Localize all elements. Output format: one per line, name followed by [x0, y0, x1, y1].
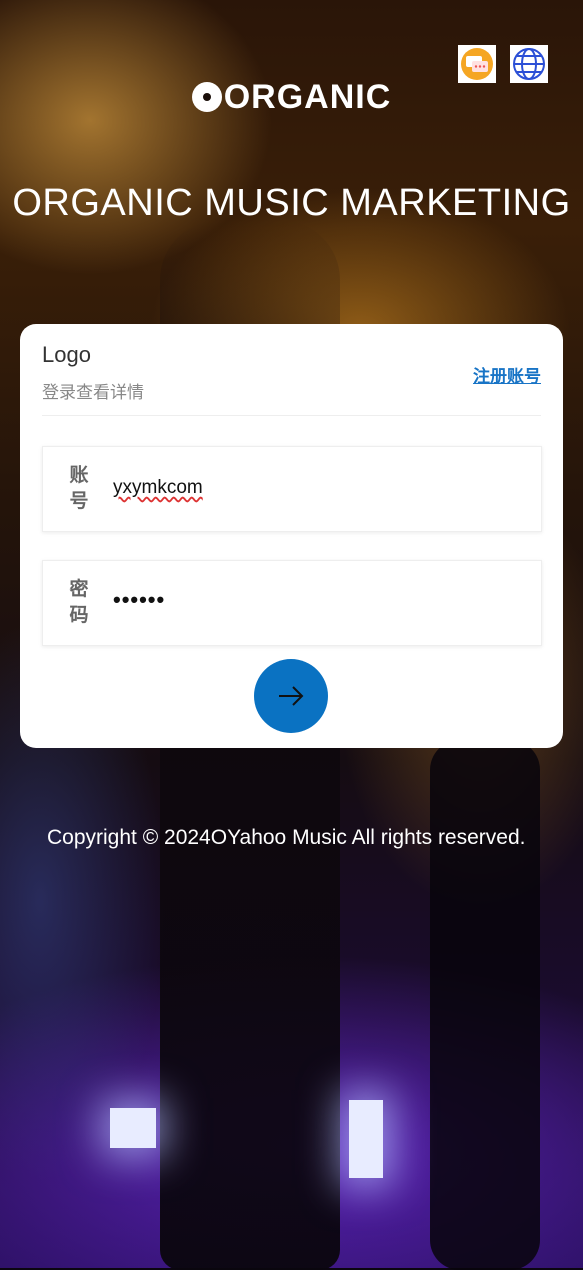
username-label: 账号 [69, 465, 89, 512]
login-card: Logo 登录查看详情 注册账号 账号 yxymkcom 密码 •••••• [20, 324, 563, 748]
vinyl-disc-icon [191, 82, 222, 112]
card-title: Logo [42, 342, 91, 367]
performer-silhouette-right [430, 740, 540, 1270]
brand-logo: ORGANIC [0, 78, 583, 117]
divider [42, 415, 541, 416]
arrow-right-icon [279, 686, 304, 706]
copyright-text: Copyright © 2024OYahoo Music All rights … [47, 826, 526, 849]
password-label: 密码 [69, 579, 89, 626]
globe-icon [513, 48, 545, 80]
brand-name: ORGANIC [223, 78, 392, 116]
stage-light-right [349, 1100, 383, 1178]
chat-icon [461, 48, 493, 80]
username-input[interactable]: yxymkcom [113, 477, 203, 499]
login-submit-button[interactable] [254, 659, 328, 733]
page-headline: ORGANIC MUSIC MARKETING [12, 182, 571, 224]
register-link[interactable]: 注册账号 [473, 362, 541, 387]
stage-light-left [110, 1108, 156, 1148]
password-field[interactable]: 密码 •••••• [42, 560, 542, 646]
username-field[interactable]: 账号 yxymkcom [42, 446, 542, 532]
card-subtitle: 登录查看详情 [42, 383, 144, 402]
password-input[interactable]: •••••• [113, 587, 165, 613]
